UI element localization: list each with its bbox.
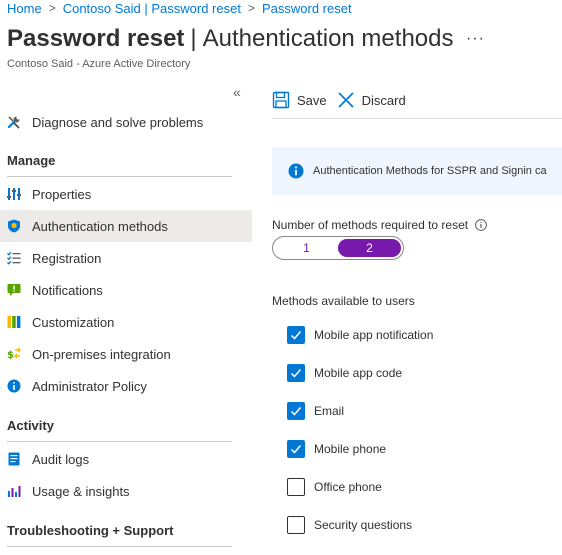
- methods-required-label: Number of methods required to reset: [272, 218, 488, 232]
- customization-icon: [7, 315, 21, 329]
- sidebar-item-diagnose[interactable]: Diagnose and solve problems: [0, 106, 252, 138]
- sidebar-item-customization[interactable]: Customization: [0, 306, 252, 338]
- checkbox-checked[interactable]: [287, 440, 305, 458]
- info-icon: [7, 379, 21, 393]
- sidebar-item-label: Customization: [32, 314, 115, 330]
- sidebar-item-notifications[interactable]: Notifications: [0, 274, 252, 306]
- checkbox-unchecked[interactable]: [287, 478, 305, 496]
- sidebar-item-usage-insights[interactable]: Usage & insights: [0, 475, 252, 507]
- checkbox-label: Security questions: [314, 518, 413, 532]
- audit-log-icon: [7, 452, 21, 466]
- sidebar-item-label: Audit logs: [32, 451, 90, 467]
- checkbox-mobile-phone[interactable]: Mobile phone: [287, 439, 386, 459]
- sync-icon: $: [7, 347, 21, 361]
- page-subtitle: Contoso Said - Azure Active Directory: [7, 58, 191, 70]
- more-options-button[interactable]: ···: [466, 30, 485, 48]
- chart-icon: [7, 484, 21, 498]
- sidebar-item-label: Notifications: [32, 282, 103, 298]
- methods-required-option-2[interactable]: 2: [338, 239, 401, 257]
- sidebar-item-properties[interactable]: Properties: [0, 178, 252, 210]
- breadcrumb-password-reset[interactable]: Password reset: [262, 1, 352, 16]
- info-tooltip-icon[interactable]: [475, 219, 488, 231]
- command-bar: Save Discard: [272, 86, 416, 114]
- checkbox-mobile-app-code[interactable]: Mobile app code: [287, 363, 402, 383]
- section-divider: [7, 546, 232, 547]
- page-title-separator: |: [190, 25, 197, 52]
- sidebar-item-label: Usage & insights: [32, 483, 130, 499]
- save-icon: [272, 91, 290, 109]
- checkmark-icon: [290, 331, 302, 340]
- page-title: Password reset | Authentication methods: [7, 25, 453, 53]
- breadcrumb-home[interactable]: Home: [7, 1, 42, 16]
- checkmark-icon: [290, 407, 302, 416]
- wrench-icon: [7, 115, 21, 129]
- sidebar-item-label: Diagnose and solve problems: [32, 114, 204, 130]
- checkbox-checked[interactable]: [287, 326, 305, 344]
- collapse-sidebar-button[interactable]: «: [233, 84, 241, 100]
- section-divider: [7, 176, 232, 177]
- sidebar-item-label: Properties: [32, 186, 92, 202]
- sidebar-item-label: Authentication methods: [32, 218, 168, 234]
- checkbox-mobile-app-notification[interactable]: Mobile app notification: [287, 325, 433, 345]
- checkbox-office-phone[interactable]: Office phone: [287, 477, 382, 497]
- methods-available-label: Methods available to users: [272, 294, 415, 308]
- breadcrumb-password-reset-blade[interactable]: Contoso Said | Password reset: [63, 1, 241, 16]
- checkbox-unchecked[interactable]: [287, 516, 305, 534]
- sidebar-item-on-premises-integration[interactable]: $ On-premises integration: [0, 338, 252, 370]
- checkbox-label: Mobile app notification: [314, 328, 434, 342]
- methods-required-option-1[interactable]: 1: [275, 239, 338, 257]
- shield-icon: [7, 219, 21, 233]
- section-header-manage: Manage: [7, 153, 56, 168]
- checkmark-icon: [290, 369, 302, 378]
- discard-button[interactable]: Discard: [337, 91, 406, 109]
- checkbox-email[interactable]: Email: [287, 401, 344, 421]
- sidebar-item-registration[interactable]: Registration: [0, 242, 252, 274]
- info-banner: Authentication Methods for SSPR and Sign…: [272, 147, 562, 195]
- checkbox-label: Email: [314, 404, 345, 418]
- save-label: Save: [297, 92, 327, 108]
- section-header-activity: Activity: [7, 418, 54, 433]
- sidebar-item-label: Administrator Policy: [32, 378, 147, 394]
- page-title-primary: Password reset: [7, 25, 185, 52]
- checkbox-checked[interactable]: [287, 402, 305, 420]
- checkbox-label: Mobile phone: [314, 442, 387, 456]
- sidebar-item-label: On-premises integration: [32, 346, 171, 362]
- section-divider: [7, 441, 232, 442]
- checkbox-security-questions[interactable]: Security questions: [287, 515, 412, 535]
- checkbox-label: Mobile app code: [314, 366, 403, 380]
- info-icon: [288, 163, 304, 179]
- sidebar-item-audit-logs[interactable]: Audit logs: [0, 443, 252, 475]
- properties-icon: [7, 187, 21, 201]
- svg-text:$: $: [7, 350, 14, 361]
- checkbox-checked[interactable]: [287, 364, 305, 382]
- checklist-icon: [7, 251, 21, 265]
- close-icon: [337, 91, 355, 109]
- info-banner-text: Authentication Methods for SSPR and Sign…: [313, 165, 547, 177]
- chevron-right-icon: >: [48, 1, 56, 15]
- sidebar-item-administrator-policy[interactable]: Administrator Policy: [0, 370, 252, 402]
- toolbar-divider: [272, 118, 562, 119]
- sidebar-item-authentication-methods[interactable]: Authentication methods: [0, 210, 252, 242]
- chevron-right-icon: >: [247, 1, 255, 15]
- sidebar-item-label: Registration: [32, 250, 102, 266]
- page-title-secondary: Authentication methods: [202, 25, 454, 52]
- save-button[interactable]: Save: [272, 91, 327, 109]
- breadcrumb: Home > Contoso Said | Password reset > P…: [7, 0, 352, 16]
- section-header-troubleshooting: Troubleshooting + Support: [7, 523, 174, 538]
- checkbox-label: Office phone: [314, 480, 382, 494]
- checkmark-icon: [290, 445, 302, 454]
- discard-label: Discard: [361, 92, 406, 108]
- methods-required-label-text: Number of methods required to reset: [272, 218, 469, 232]
- methods-required-toggle: 1 2: [272, 236, 404, 260]
- notification-icon: [7, 283, 21, 297]
